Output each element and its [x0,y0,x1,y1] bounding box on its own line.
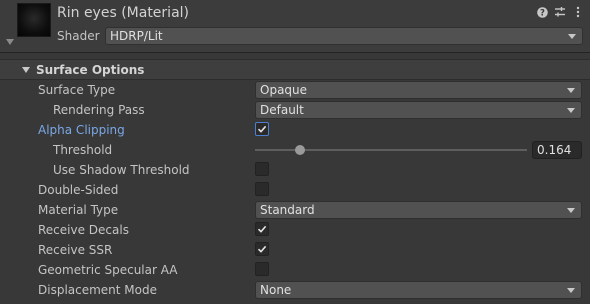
foldout-expanded-icon[interactable] [22,67,30,73]
chevron-down-icon [567,288,575,293]
svg-text:?: ? [540,8,545,17]
row-rendering-pass: Rendering Pass Default [0,100,590,120]
foldout-arrow-icon[interactable] [6,39,14,45]
row-use-shadow-threshold: Use Shadow Threshold [0,160,590,180]
double-sided-checkbox[interactable] [255,182,269,196]
surface-type-dropdown[interactable]: Opaque [255,81,582,99]
surface-type-value: Opaque [260,83,308,97]
displacement-mode-label: Displacement Mode [38,283,158,297]
row-alpha-clipping: Alpha Clipping [0,120,590,140]
row-receive-decals: Receive Decals [0,220,590,240]
receive-decals-checkbox[interactable] [255,222,269,236]
use-shadow-threshold-label: Use Shadow Threshold [53,163,190,177]
presets-icon[interactable] [554,5,566,19]
geometric-specular-aa-checkbox[interactable] [255,262,269,276]
displacement-mode-value: None [260,283,292,297]
rendering-pass-dropdown[interactable]: Default [255,101,582,119]
row-material-type: Material Type Standard [0,200,590,220]
checkmark-icon [257,225,267,233]
rendering-pass-label: Rendering Pass [53,103,145,117]
material-type-label: Material Type [38,203,119,217]
material-type-dropdown[interactable]: Standard [255,201,582,219]
shader-dropdown[interactable]: HDRP/Lit [105,27,583,45]
row-double-sided: Double-Sided [0,180,590,200]
row-threshold: Threshold 0.164 [0,140,590,160]
displacement-mode-dropdown[interactable]: None [255,281,582,299]
threshold-slider-handle[interactable] [294,145,305,155]
chevron-down-icon [567,208,575,213]
row-geometric-specular-aa: Geometric Specular AA [0,260,590,280]
checkmark-icon [257,245,267,253]
help-icon[interactable]: ? [536,5,548,19]
material-preview-thumbnail[interactable] [17,3,51,37]
chevron-down-icon [568,34,576,39]
threshold-input[interactable]: 0.164 [532,141,582,159]
chevron-down-icon [567,108,575,113]
row-displacement-mode: Displacement Mode None [0,280,590,300]
receive-decals-label: Receive Decals [38,223,129,237]
double-sided-label: Double-Sided [38,183,119,197]
surface-type-label: Surface Type [38,83,116,97]
receive-ssr-checkbox[interactable] [255,242,269,256]
alpha-clipping-checkbox[interactable] [255,122,269,136]
section-title: Surface Options [36,63,145,77]
checkmark-icon [257,125,267,133]
geometric-specular-aa-label: Geometric Specular AA [38,263,178,277]
shader-label: Shader [57,29,100,43]
use-shadow-threshold-checkbox[interactable] [255,162,269,176]
material-title: Rin eyes (Material) [57,5,189,21]
threshold-value: 0.164 [537,143,572,157]
surface-options-foldout[interactable]: Surface Options [0,60,590,80]
receive-ssr-label: Receive SSR [38,243,113,257]
shader-dropdown-value: HDRP/Lit [110,29,163,43]
alpha-clipping-label: Alpha Clipping [38,123,125,137]
row-receive-ssr: Receive SSR [0,240,590,260]
threshold-label: Threshold [53,143,113,157]
kebab-menu-icon[interactable] [572,5,584,19]
row-surface-type: Surface Type Opaque [0,80,590,100]
material-type-value: Standard [260,203,315,217]
material-header: Rin eyes (Material) ? Shader HDRP/Lit [0,0,590,53]
rendering-pass-value: Default [260,103,304,117]
header-icons: ? [536,5,584,19]
chevron-down-icon [567,88,575,93]
